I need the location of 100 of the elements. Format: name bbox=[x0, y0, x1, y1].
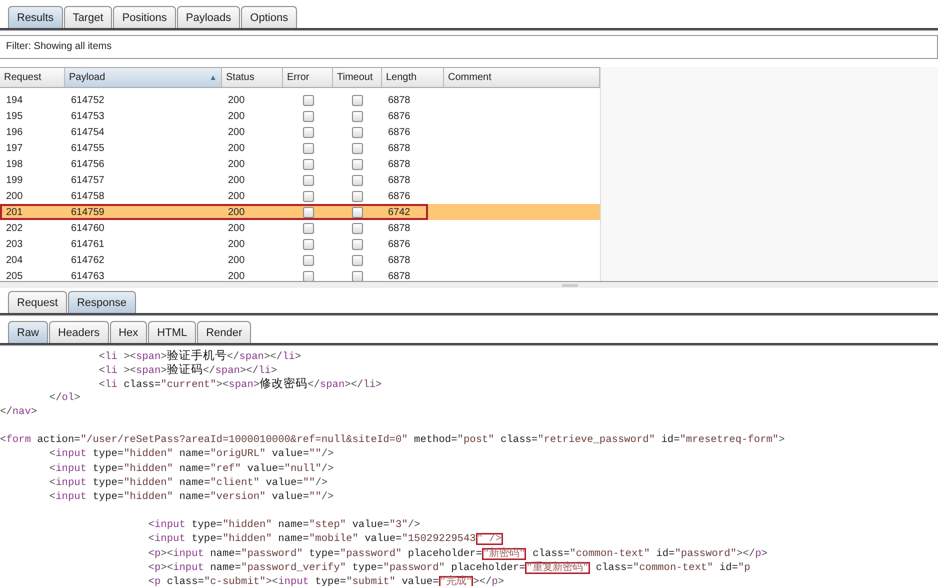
checkbox[interactable] bbox=[302, 126, 314, 138]
tag-name: p bbox=[154, 548, 161, 560]
tab[interactable]: Hex bbox=[110, 321, 148, 343]
code-punctuation: > bbox=[498, 576, 504, 586]
attribute-name: value= bbox=[246, 462, 284, 474]
code-punctuation: < bbox=[147, 562, 154, 574]
checkbox[interactable] bbox=[352, 238, 363, 250]
checkbox[interactable] bbox=[352, 222, 363, 234]
tag-name: p bbox=[755, 548, 762, 560]
checkbox[interactable] bbox=[352, 94, 363, 106]
table-row[interactable]: 197 614755 200 6878 bbox=[0, 140, 600, 156]
tag-name: input bbox=[154, 533, 186, 546]
table-cell: 199 bbox=[6, 174, 23, 186]
tag-name: input bbox=[278, 576, 309, 586]
attribute-value: "origURL" bbox=[210, 448, 266, 460]
table-row[interactable]: 199 614757 200 6878 bbox=[0, 172, 600, 188]
table-cell: 614758 bbox=[71, 190, 104, 202]
attribute-name: name= bbox=[277, 533, 309, 546]
checkbox[interactable] bbox=[302, 190, 314, 202]
checkbox[interactable] bbox=[352, 142, 363, 154]
table-row[interactable]: 196 614754 200 6876 bbox=[0, 124, 600, 140]
tag-name: input bbox=[56, 462, 87, 474]
tab[interactable]: Results bbox=[8, 6, 63, 28]
checkbox[interactable] bbox=[302, 94, 314, 106]
checkbox[interactable] bbox=[352, 174, 363, 186]
table-cell: 614753 bbox=[71, 110, 104, 122]
attribute-value: "null" bbox=[284, 462, 322, 474]
code-punctuation: /> bbox=[321, 448, 334, 460]
table-row[interactable]: 201 614759 200 6742 bbox=[0, 204, 600, 220]
checkbox[interactable] bbox=[352, 158, 363, 170]
attribute-name: class= bbox=[532, 548, 570, 560]
tab[interactable]: Payloads bbox=[176, 6, 240, 28]
table-cell: 200 bbox=[228, 254, 245, 266]
table-row[interactable]: 194 614752 200 6878 bbox=[0, 92, 600, 108]
column-header[interactable]: Status bbox=[222, 68, 283, 87]
checkbox[interactable] bbox=[352, 270, 363, 281]
checkbox[interactable] bbox=[302, 254, 314, 266]
code-punctuation: < bbox=[147, 519, 154, 532]
annotated-value: "重复新密码" bbox=[525, 562, 590, 574]
code-punctuation: < bbox=[147, 576, 154, 586]
tag-name: p bbox=[492, 576, 498, 586]
table-row[interactable]: 202 614760 200 6878 bbox=[0, 220, 600, 236]
table-row[interactable]: 203 614761 200 6876 bbox=[0, 236, 600, 252]
checkbox[interactable] bbox=[302, 238, 314, 250]
attribute-value: "password" bbox=[241, 548, 303, 560]
checkbox[interactable] bbox=[352, 126, 363, 138]
tag-name: nav bbox=[12, 406, 31, 418]
code-punctuation: /> bbox=[321, 490, 334, 503]
checkbox[interactable] bbox=[352, 254, 363, 266]
code-punctuation: < bbox=[98, 365, 106, 378]
code-punctuation: ></ bbox=[473, 576, 492, 586]
table-cell: 6878 bbox=[388, 222, 410, 234]
table-cell: 200 bbox=[228, 126, 245, 138]
tab[interactable]: Response bbox=[68, 291, 136, 313]
table-row[interactable]: 198 614756 200 6878 bbox=[0, 156, 600, 172]
checkbox[interactable] bbox=[302, 110, 314, 122]
checkbox[interactable] bbox=[302, 142, 314, 154]
column-header[interactable]: Error bbox=[283, 68, 333, 87]
checkbox[interactable] bbox=[352, 110, 363, 122]
filter-bar[interactable]: Filter: Showing all items bbox=[0, 35, 938, 59]
checkbox[interactable] bbox=[302, 206, 314, 218]
table-row[interactable]: 195 614753 200 6876 bbox=[0, 108, 600, 124]
table-cell: 6876 bbox=[388, 238, 410, 250]
attribute-value: "password" bbox=[674, 548, 737, 560]
tag-name: input bbox=[173, 562, 204, 574]
table-cell: 200 bbox=[6, 190, 23, 202]
attribute-value: "submit" bbox=[346, 576, 396, 586]
attribute-name: id= bbox=[660, 434, 680, 446]
checkbox[interactable] bbox=[302, 174, 314, 186]
tab[interactable]: Options bbox=[241, 6, 298, 28]
tab[interactable]: Raw bbox=[8, 321, 48, 343]
attribute-name: type= bbox=[92, 490, 124, 503]
code-punctuation: </ bbox=[226, 351, 240, 363]
column-header[interactable]: Length bbox=[382, 68, 444, 87]
tab[interactable]: Headers bbox=[49, 321, 109, 343]
column-header[interactable]: Comment bbox=[444, 68, 600, 87]
checkbox[interactable] bbox=[302, 158, 314, 170]
table-cell: 194 bbox=[6, 94, 23, 106]
table-row[interactable]: 200 614758 200 6876 bbox=[0, 188, 600, 204]
table-row[interactable]: 204 614762 200 6878 bbox=[0, 252, 600, 268]
table-cell: 204 bbox=[6, 254, 23, 266]
column-header[interactable]: Timeout bbox=[333, 68, 382, 87]
tab[interactable]: Render bbox=[197, 321, 252, 343]
tab[interactable]: Request bbox=[8, 291, 67, 313]
attribute-name: name= bbox=[178, 462, 210, 474]
code-punctuation: >< bbox=[160, 562, 174, 574]
table-cell: 202 bbox=[6, 222, 23, 234]
tab[interactable]: Positions bbox=[113, 6, 176, 28]
tab[interactable]: HTML bbox=[148, 321, 196, 343]
checkbox[interactable] bbox=[302, 270, 314, 281]
tab[interactable]: Target bbox=[64, 6, 112, 28]
tag-name: input bbox=[56, 476, 87, 489]
table-cell: 195 bbox=[6, 110, 23, 122]
checkbox[interactable] bbox=[352, 206, 363, 218]
checkbox[interactable] bbox=[352, 190, 363, 202]
column-header[interactable]: Payload ▲ bbox=[65, 68, 222, 87]
attribute-name: type= bbox=[92, 476, 124, 489]
splitter-handle[interactable] bbox=[562, 284, 578, 287]
attribute-value: "version" bbox=[210, 490, 266, 503]
checkbox[interactable] bbox=[302, 222, 314, 234]
